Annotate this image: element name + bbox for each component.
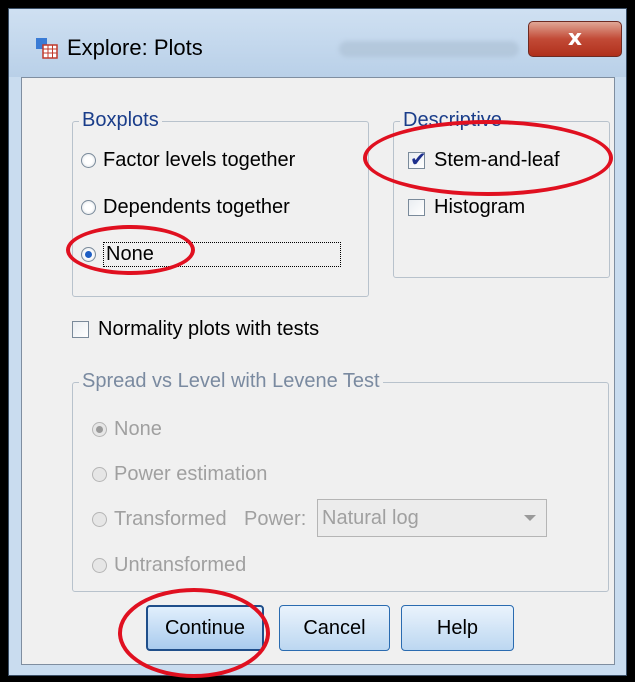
checkbox-label: Histogram — [434, 196, 526, 218]
radio-label: Untransformed — [114, 554, 247, 576]
radio-label-text: None — [106, 243, 154, 265]
checkbox-label: Stem-and-leaf — [434, 149, 560, 171]
close-button[interactable]: x — [528, 21, 622, 57]
power-label: Power: — [244, 508, 306, 531]
checkbox[interactable] — [408, 147, 427, 171]
dialog-client: Boxplots Factor levels together Dependen… — [21, 77, 615, 665]
radio-label: None — [114, 418, 162, 440]
radio-transformed[interactable]: Transformed — [92, 508, 227, 531]
checkbox[interactable] — [408, 199, 425, 216]
dropdown-arrow-icon — [524, 515, 536, 521]
checkbox-normality-plots[interactable]: Normality plots with tests — [72, 318, 319, 341]
checkbox-label: Normality plots with tests — [98, 318, 320, 340]
power-select[interactable]: Natural log — [317, 499, 547, 537]
cancel-button[interactable]: Cancel — [279, 605, 390, 651]
descriptive-legend: Descriptive — [400, 109, 505, 132]
radio-button[interactable] — [92, 558, 107, 573]
radio-spread-none[interactable]: None — [92, 418, 162, 441]
dialog-window: Explore: Plots x Boxplots Factor levels … — [8, 8, 627, 676]
continue-button[interactable]: Continue — [146, 605, 264, 651]
power-label-text: Power: — [244, 508, 307, 530]
spread-vs-level-legend: Spread vs Level with Levene Test — [79, 370, 383, 393]
radio-label: None — [103, 242, 341, 267]
radio-dependents-together[interactable]: Dependents together — [81, 196, 290, 219]
spss-app-icon — [36, 38, 58, 59]
radio-factor-levels-together[interactable]: Factor levels together — [81, 149, 295, 172]
radio-button[interactable] — [81, 153, 96, 168]
radio-button[interactable] — [92, 512, 107, 527]
radio-untransformed[interactable]: Untransformed — [92, 554, 246, 577]
radio-label: Power estimation — [114, 463, 268, 485]
boxplots-legend: Boxplots — [79, 109, 162, 132]
radio-button[interactable] — [81, 247, 96, 262]
checkbox[interactable] — [72, 321, 89, 338]
radio-boxplots-none[interactable]: None — [81, 242, 341, 267]
radio-label: Transformed — [114, 508, 227, 530]
radio-label: Dependents together — [103, 196, 290, 218]
radio-label: Factor levels together — [103, 149, 296, 171]
power-select-value: Natural log — [322, 507, 419, 529]
radio-power-estimation[interactable]: Power estimation — [92, 463, 267, 486]
background-blur — [339, 41, 519, 57]
window-title: Explore: Plots — [67, 35, 203, 60]
radio-button[interactable] — [92, 422, 107, 437]
help-button[interactable]: Help — [401, 605, 514, 651]
checkbox-histogram[interactable]: Histogram — [408, 196, 525, 219]
checkbox-stem-and-leaf[interactable]: Stem-and-leaf — [408, 147, 560, 172]
title-bar: Explore: Plots x — [9, 9, 626, 77]
radio-button[interactable] — [92, 467, 107, 482]
radio-button[interactable] — [81, 200, 96, 215]
